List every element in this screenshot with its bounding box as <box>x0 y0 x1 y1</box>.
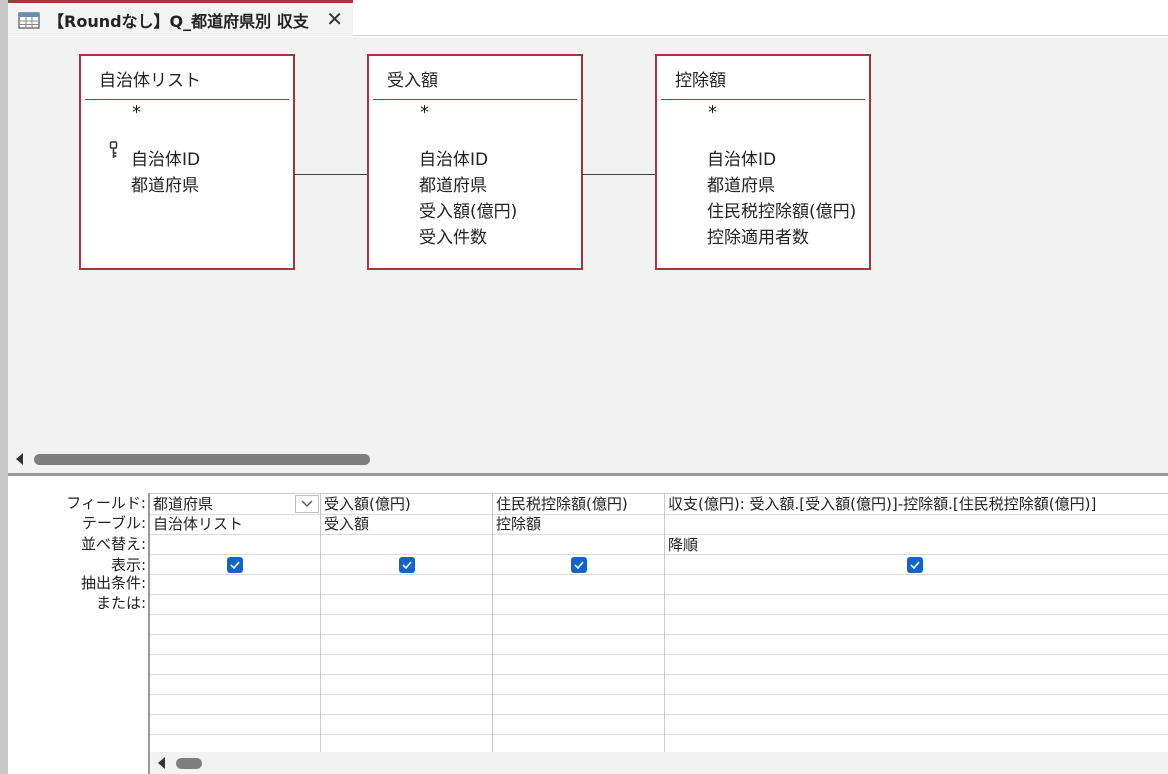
field-cell-expression[interactable]: 収支(億円): 受入額.[受入額(億円)]-控除額.[住民税控除額(億円)] <box>668 494 1168 514</box>
field-cell[interactable]: 都道府県 <box>153 494 293 514</box>
field-item[interactable]: 受入額(億円) <box>419 197 517 222</box>
field-item[interactable]: 自治体ID <box>707 145 776 170</box>
grid-row-divider <box>150 534 1168 535</box>
scrollbar-thumb[interactable] <box>34 454 370 465</box>
field-item[interactable]: 住民税控除額(億円) <box>707 197 856 222</box>
show-checkbox[interactable] <box>399 557 415 573</box>
show-checkbox[interactable] <box>227 557 243 573</box>
document-tab-strip: 【Roundなし】Q_都道府県別 収支 ✕ <box>8 0 1168 36</box>
field-item[interactable]: 控除適用者数 <box>707 223 809 248</box>
table-fieldlist-koujo[interactable]: 控除額 * 自治体ID 都道府県 住民税控除額(億円) 控除適用者数 <box>655 54 871 270</box>
query-grid-pane: フィールド: テーブル: 並べ替え: 表示: 抽出条件: または: 都道府県 自… <box>8 476 1168 774</box>
scroll-left-arrow-icon[interactable] <box>158 757 165 769</box>
design-pane-scrollbar[interactable] <box>8 445 1168 473</box>
table-fieldlist-jichitai[interactable]: 自治体リスト * 自治体ID 都道府県 <box>79 54 295 270</box>
field-item[interactable]: 都道府県 <box>419 171 487 196</box>
window-left-edge <box>0 0 8 774</box>
table-cell[interactable]: 控除額 <box>496 514 662 534</box>
table-fieldlist-ukeire[interactable]: 受入額 * 自治体ID 都道府県 受入額(億円) 受入件数 <box>367 54 583 270</box>
chevron-down-icon[interactable] <box>295 495 319 513</box>
row-label-show: 表示: <box>110 556 146 574</box>
grid-row-divider <box>150 594 1168 595</box>
row-label-criteria: 抽出条件: <box>80 574 146 592</box>
grid-column-divider[interactable] <box>664 494 665 752</box>
grid-row-divider <box>150 734 1168 735</box>
query-design-pane: 自治体リスト * 自治体ID 都道府県 受入額 * 自治体ID 都道府県 受入額… <box>8 37 1168 445</box>
grid-row-divider <box>150 694 1168 695</box>
tab-title: 【Roundなし】Q_都道府県別 収支 <box>48 11 309 31</box>
grid-row-divider <box>150 574 1168 575</box>
grid-scrollbar[interactable] <box>148 752 1168 774</box>
all-fields-star[interactable]: * <box>708 102 717 123</box>
field-cell[interactable]: 受入額(億円) <box>324 494 490 514</box>
query-icon <box>18 10 40 30</box>
show-checkbox[interactable] <box>907 557 923 573</box>
scrollbar-thumb[interactable] <box>176 758 202 769</box>
table-title-divider <box>373 99 577 100</box>
grid-row-divider <box>150 614 1168 615</box>
row-label-sort: 並べ替え: <box>80 535 146 553</box>
table-cell[interactable]: 自治体リスト <box>153 514 318 534</box>
relationship-line[interactable] <box>583 174 655 175</box>
table-title: 自治体リスト <box>99 71 201 91</box>
grid-row-divider <box>150 674 1168 675</box>
all-fields-star[interactable]: * <box>420 102 429 123</box>
row-label-table: テーブル: <box>81 514 146 532</box>
field-item[interactable]: 受入件数 <box>419 223 487 248</box>
table-title: 控除額 <box>675 71 726 91</box>
query-design-grid[interactable]: 都道府県 自治体リスト 受入額(億円) 受入額 住民税控除額(億円) 控除額 収… <box>148 493 1168 752</box>
show-checkbox[interactable] <box>571 557 587 573</box>
query-tab[interactable]: 【Roundなし】Q_都道府県別 収支 ✕ <box>8 0 353 36</box>
all-fields-star[interactable]: * <box>132 102 141 123</box>
field-item[interactable]: 自治体ID <box>131 145 200 170</box>
grid-column-divider[interactable] <box>492 494 493 752</box>
row-label-field: フィールド: <box>66 494 146 512</box>
field-item[interactable]: 都道府県 <box>131 171 199 196</box>
close-icon[interactable]: ✕ <box>326 9 343 29</box>
grid-row-divider <box>150 654 1168 655</box>
table-cell[interactable]: 受入額 <box>324 514 490 534</box>
relationship-line[interactable] <box>294 174 367 175</box>
grid-column-divider[interactable] <box>320 494 321 752</box>
field-cell[interactable]: 住民税控除額(億円) <box>496 494 662 514</box>
field-item[interactable]: 自治体ID <box>419 145 488 170</box>
table-title-divider <box>661 99 865 100</box>
grid-row-divider <box>150 634 1168 635</box>
grid-row-divider <box>150 714 1168 715</box>
scroll-left-arrow-icon[interactable] <box>16 453 23 465</box>
primary-key-icon <box>109 141 119 159</box>
sort-cell[interactable]: 降順 <box>668 535 868 555</box>
field-item[interactable]: 都道府県 <box>707 171 775 196</box>
table-title: 受入額 <box>387 71 438 91</box>
row-label-or: または: <box>95 594 146 612</box>
grid-row-divider <box>150 554 1168 555</box>
table-title-divider <box>85 99 289 100</box>
